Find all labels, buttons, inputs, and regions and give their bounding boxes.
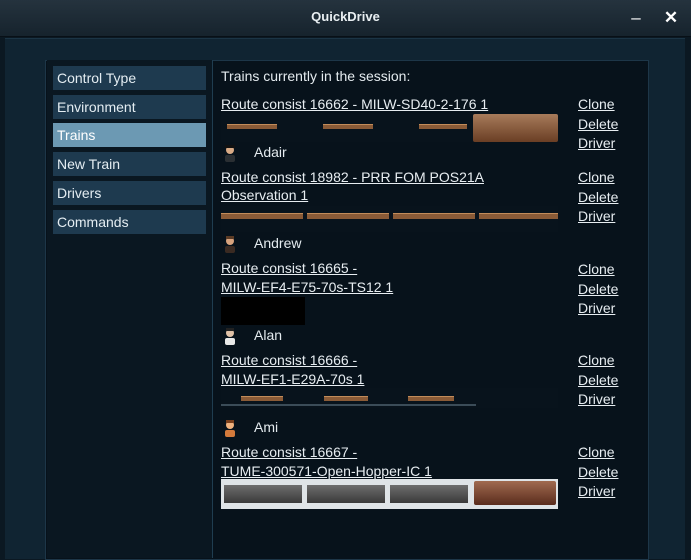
car-1-1 bbox=[227, 124, 277, 129]
minimize-button[interactable]: – bbox=[625, 7, 647, 29]
train-actions-4: Clone Delete Driver bbox=[578, 351, 638, 410]
hopper-car-3 bbox=[390, 485, 468, 503]
locomotive-5 bbox=[474, 481, 556, 505]
hopper-car-2 bbox=[307, 485, 385, 503]
clone-link-4[interactable]: Clone bbox=[578, 351, 638, 371]
delete-link-4[interactable]: Delete bbox=[578, 371, 638, 391]
trains-header: Trains currently in the session: bbox=[221, 68, 411, 84]
consist-link-2b[interactable]: Observation 1 bbox=[221, 187, 308, 203]
trains-panel: Trains currently in the session: Route c… bbox=[221, 60, 641, 550]
driver-row-1: Adair bbox=[221, 142, 471, 164]
sidebar-item-drivers[interactable]: Drivers bbox=[53, 181, 206, 205]
hopper-car-1 bbox=[224, 485, 302, 503]
train-actions-3: Clone Delete Driver bbox=[578, 260, 638, 319]
sidebar-item-environment[interactable]: Environment bbox=[53, 95, 206, 119]
sidebar-item-new-train[interactable]: New Train bbox=[53, 152, 206, 176]
consist-link-4a[interactable]: Route consist 16666 - bbox=[221, 352, 357, 368]
consist-link-1[interactable]: Route consist 16662 - MILW-SD40-2-176 1 bbox=[221, 96, 488, 112]
close-button[interactable]: ✕ bbox=[660, 7, 682, 29]
delete-link-5[interactable]: Delete bbox=[578, 463, 638, 483]
train-actions-1: Clone Delete Driver bbox=[578, 95, 638, 154]
car-1-3 bbox=[419, 124, 467, 129]
car-4-3 bbox=[408, 396, 454, 401]
car-4-1 bbox=[241, 396, 283, 401]
car-2-2 bbox=[307, 213, 389, 219]
window-title: QuickDrive bbox=[311, 9, 380, 24]
train-preview-5 bbox=[221, 479, 558, 509]
driver-link-1[interactable]: Driver bbox=[578, 134, 638, 154]
clone-link-1[interactable]: Clone bbox=[578, 95, 638, 115]
train-preview-3 bbox=[221, 297, 305, 325]
clone-link-2[interactable]: Clone bbox=[578, 168, 638, 188]
driver-portrait-icon bbox=[225, 145, 235, 162]
consist-link-3a[interactable]: Route consist 16665 - bbox=[221, 260, 357, 276]
consist-link-3b[interactable]: MILW-EF4-E75-70s-TS12 1 bbox=[221, 279, 393, 295]
delete-link-2[interactable]: Delete bbox=[578, 188, 638, 208]
driver-portrait-icon bbox=[225, 328, 235, 345]
train-actions-2: Clone Delete Driver bbox=[578, 168, 638, 227]
track-line-4 bbox=[221, 404, 476, 406]
driver-portrait-icon bbox=[225, 236, 235, 253]
train-actions-5: Clone Delete Driver bbox=[578, 443, 638, 502]
sidebar-item-commands[interactable]: Commands bbox=[53, 210, 206, 234]
sidebar-item-trains[interactable]: Trains bbox=[53, 123, 206, 147]
title-bar: QuickDrive – ✕ bbox=[0, 0, 691, 37]
delete-link-3[interactable]: Delete bbox=[578, 280, 638, 300]
consist-link-2a[interactable]: Route consist 18982 - PRR FOM POS21A bbox=[221, 169, 484, 185]
driver-link-4[interactable]: Driver bbox=[578, 390, 638, 410]
car-1-2 bbox=[323, 124, 373, 129]
driver-row-2: Andrew bbox=[221, 233, 471, 255]
locomotive-1 bbox=[473, 114, 558, 142]
car-2-3 bbox=[393, 213, 475, 219]
sidebar-item-control-type[interactable]: Control Type bbox=[53, 66, 206, 90]
driver-link-2[interactable]: Driver bbox=[578, 207, 638, 227]
clone-link-3[interactable]: Clone bbox=[578, 260, 638, 280]
driver-row-3: Alan bbox=[221, 325, 471, 347]
driver-portrait-icon bbox=[225, 420, 235, 437]
driver-row-4: Ami bbox=[221, 417, 471, 439]
train-preview-2 bbox=[221, 206, 558, 232]
driver-link-5[interactable]: Driver bbox=[578, 482, 638, 502]
driver-name-1: Adair bbox=[254, 144, 287, 160]
driver-name-3: Alan bbox=[254, 327, 283, 343]
consist-link-5b[interactable]: TUME-300571-Open-Hopper-IC 1 bbox=[221, 463, 432, 479]
train-preview-4 bbox=[221, 388, 558, 408]
driver-name-2: Andrew bbox=[254, 235, 302, 251]
consist-link-4b[interactable]: MILW-EF1-E29A-70s 1 bbox=[221, 371, 364, 387]
consist-link-5a[interactable]: Route consist 16667 - bbox=[221, 444, 357, 460]
train-preview-1 bbox=[221, 114, 558, 142]
sidebar: Control Type Environment Trains New Trai… bbox=[47, 60, 213, 558]
clone-link-5[interactable]: Clone bbox=[578, 443, 638, 463]
car-2-1 bbox=[221, 213, 303, 219]
delete-link-1[interactable]: Delete bbox=[578, 115, 638, 135]
car-2-4 bbox=[479, 213, 558, 219]
driver-link-3[interactable]: Driver bbox=[578, 299, 638, 319]
driver-name-4: Ami bbox=[254, 419, 279, 435]
car-4-2 bbox=[324, 396, 368, 401]
